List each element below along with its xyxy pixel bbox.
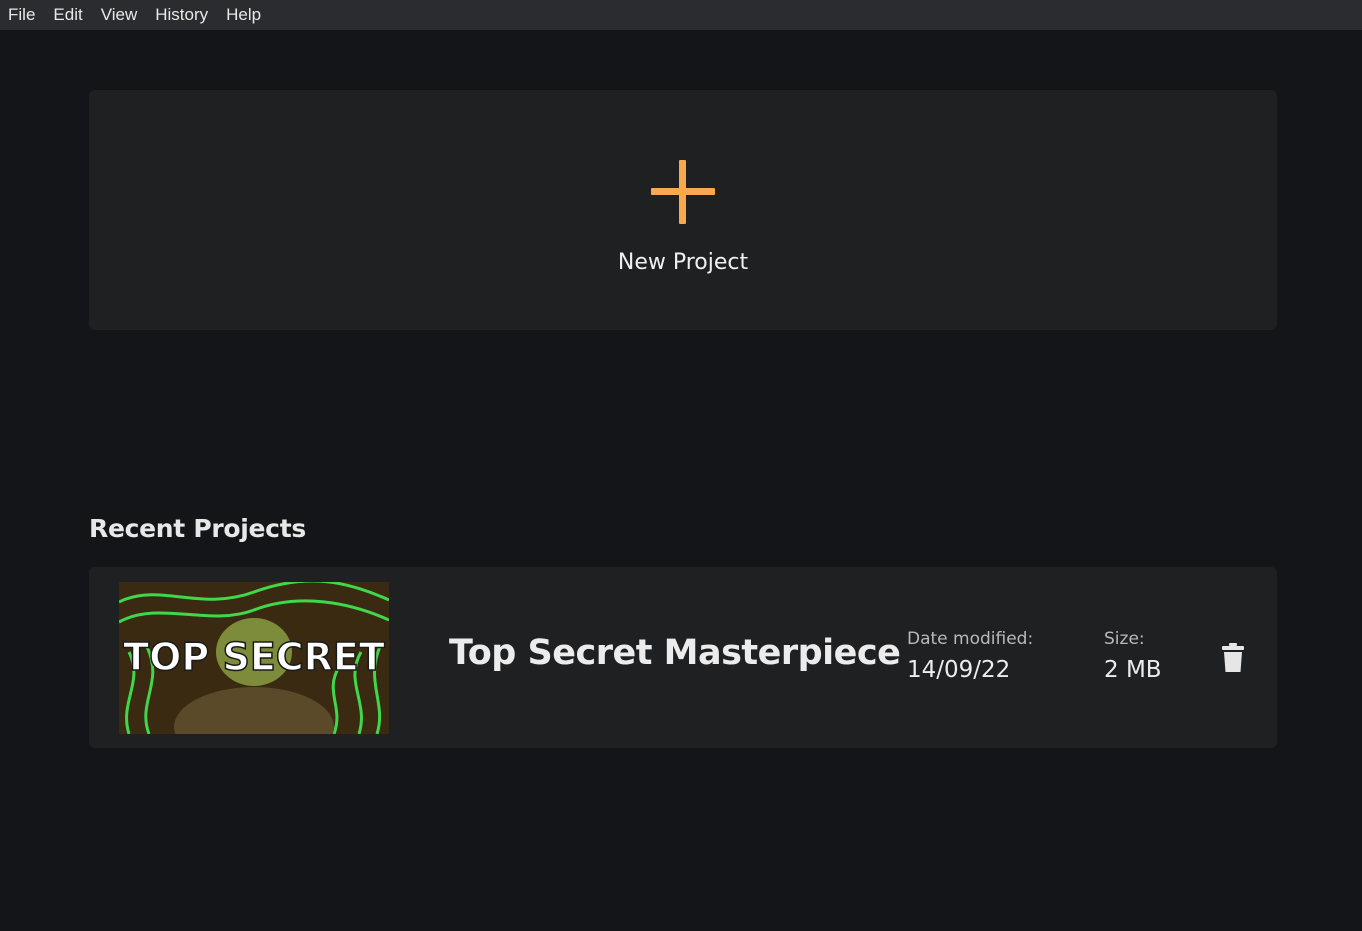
size-value: 2 MB (1104, 657, 1162, 683)
trash-icon[interactable] (1222, 643, 1244, 673)
recent-project-item[interactable]: TOP SECRET Top Secret Masterpiece Date m… (89, 567, 1277, 748)
menu-view[interactable]: View (101, 5, 138, 25)
menu-history[interactable]: History (155, 5, 208, 25)
thumbnail-text: TOP SECRET (123, 635, 385, 679)
date-modified-label: Date modified: (907, 629, 1034, 649)
menu-edit[interactable]: Edit (53, 5, 82, 25)
menu-help[interactable]: Help (226, 5, 261, 25)
project-name: Top Secret Masterpiece (449, 633, 901, 673)
new-project-button[interactable]: New Project (89, 90, 1277, 330)
date-modified-value: 14/09/22 (907, 657, 1011, 683)
menu-file[interactable]: File (8, 5, 35, 25)
plus-icon (651, 160, 715, 224)
project-thumbnail: TOP SECRET (119, 582, 389, 734)
new-project-label: New Project (617, 250, 749, 275)
recent-projects-heading: Recent Projects (89, 514, 306, 543)
size-label: Size: (1104, 629, 1145, 649)
menu-bar: File Edit View History Help (0, 0, 1362, 30)
